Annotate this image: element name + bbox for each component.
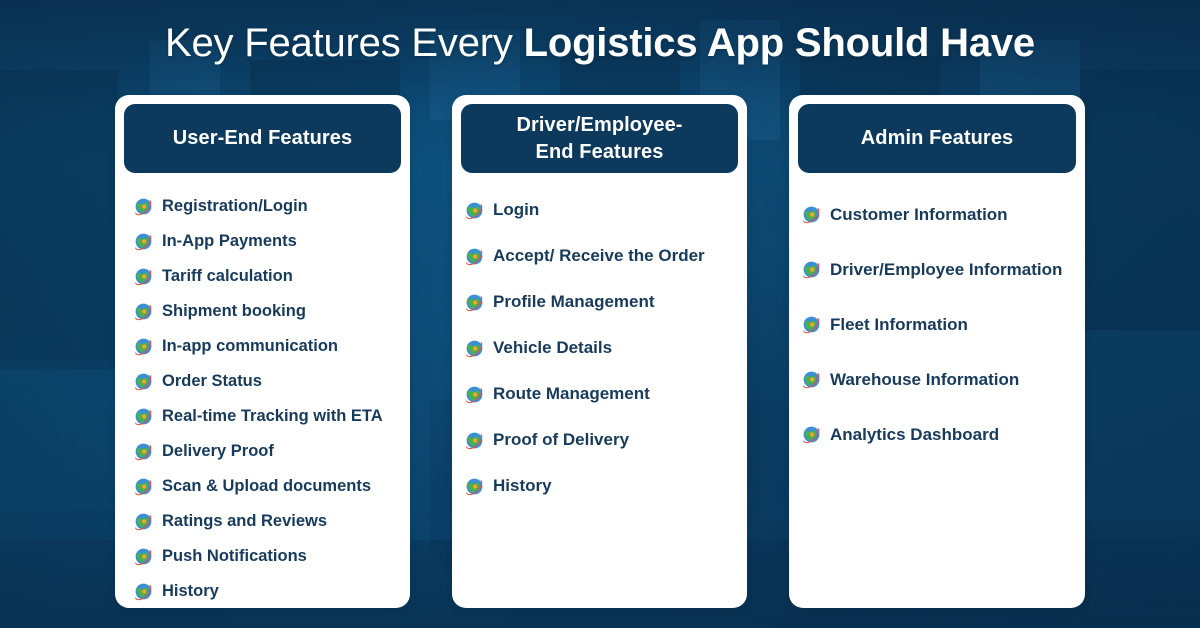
list-item[interactable]: Delivery Proof <box>133 434 410 469</box>
globe-icon <box>464 200 485 221</box>
list-item[interactable]: Customer Information <box>801 187 1085 242</box>
list-item-label: Ratings and Reviews <box>162 512 328 530</box>
feature-list-driver-employee: Login Accept/ Receive the Order Profile … <box>452 187 747 509</box>
feature-list-admin: Customer Information Driver/Employee Inf… <box>789 187 1085 462</box>
list-item-label: History <box>493 476 552 495</box>
list-item[interactable]: History <box>133 574 410 608</box>
list-item[interactable]: Order Status <box>133 364 410 399</box>
globe-icon <box>133 371 154 392</box>
list-item[interactable]: Analytics Dashboard <box>801 407 1085 462</box>
list-item-label: Profile Management <box>493 292 655 311</box>
list-item[interactable]: In-App Payments <box>133 224 410 259</box>
card-header-admin: Admin Features <box>798 104 1076 173</box>
globe-icon <box>133 441 154 462</box>
globe-icon <box>464 384 485 405</box>
globe-icon <box>464 246 485 267</box>
list-item-label: Tariff calculation <box>162 267 293 285</box>
list-item-label: Accept/ Receive the Order <box>493 246 705 265</box>
globe-icon <box>133 581 154 602</box>
list-item[interactable]: Tariff calculation <box>133 259 410 294</box>
feature-list-user-end: Registration/Login In-App Payments Tarif… <box>115 189 410 608</box>
list-item-label: Push Notifications <box>162 547 307 565</box>
globe-icon <box>801 259 822 280</box>
infographic-poster: Key Features Every Logistics App Should … <box>0 0 1200 628</box>
globe-icon <box>464 476 485 497</box>
globe-icon <box>133 546 154 567</box>
globe-icon <box>133 476 154 497</box>
list-item-label: Scan & Upload documents <box>162 477 372 495</box>
list-item-label: In-App Payments <box>162 232 297 250</box>
list-item-label: Vehicle Details <box>493 338 613 357</box>
list-item-label: Warehouse Information <box>830 369 1020 389</box>
list-item[interactable]: Push Notifications <box>133 539 410 574</box>
list-item[interactable]: Warehouse Information <box>801 352 1085 407</box>
card-header-line1: Admin Features <box>860 127 1014 149</box>
card-header-user-end-features: User-End Features <box>124 104 401 173</box>
card-admin-features: Admin Features Customer Information Driv… <box>789 95 1085 608</box>
list-item-label: In-app communication <box>162 337 339 355</box>
globe-icon <box>801 369 822 390</box>
list-item[interactable]: Driver/Employee Information <box>801 242 1085 297</box>
card-header-line2: End Features <box>535 140 664 163</box>
globe-icon <box>801 204 822 225</box>
card-driver-employee-end-features: Driver/Employee- End Features Login Acce… <box>452 95 747 608</box>
list-item[interactable]: History <box>464 463 747 509</box>
globe-icon <box>801 314 822 335</box>
globe-icon <box>133 266 154 287</box>
card-header-driver-employee: Driver/Employee- End Features <box>461 104 738 173</box>
feature-cards-row: User-End Features Registration/Login In-… <box>0 95 1200 610</box>
page-title-light: Key Features Every <box>165 21 524 65</box>
globe-icon <box>133 196 154 217</box>
list-item[interactable]: In-app communication <box>133 329 410 364</box>
list-item-label: Delivery Proof <box>162 442 274 460</box>
list-item[interactable]: Vehicle Details <box>464 325 747 371</box>
list-item[interactable]: Profile Management <box>464 279 747 325</box>
globe-icon <box>133 336 154 357</box>
list-item[interactable]: Login <box>464 187 747 233</box>
list-item-label: Shipment booking <box>162 302 306 320</box>
list-item[interactable]: Route Management <box>464 371 747 417</box>
globe-icon <box>133 406 154 427</box>
list-item[interactable]: Ratings and Reviews <box>133 504 410 539</box>
page-title-bold: Logistics App Should Have <box>523 21 1036 65</box>
list-item[interactable]: Fleet Information <box>801 297 1085 352</box>
globe-icon <box>133 231 154 252</box>
page-title: Key Features Every Logistics App Should … <box>0 14 1200 72</box>
globe-icon <box>133 511 154 532</box>
list-item[interactable]: Real-time Tracking with ETA <box>133 399 410 434</box>
list-item[interactable]: Registration/Login <box>133 189 410 224</box>
list-item-label: Registration/Login <box>162 197 308 215</box>
globe-icon <box>464 292 485 313</box>
list-item-label: Real-time Tracking with ETA <box>162 407 383 425</box>
card-header-line1: Driver/Employee- <box>516 113 683 136</box>
list-item-label: Analytics Dashboard <box>830 424 1000 444</box>
list-item-label: Route Management <box>493 384 650 403</box>
card-header-line1: User-End Features <box>172 127 353 149</box>
list-item-label: History <box>162 582 219 600</box>
globe-icon <box>464 338 485 359</box>
list-item-label: Login <box>493 200 540 219</box>
globe-icon <box>133 301 154 322</box>
list-item[interactable]: Shipment booking <box>133 294 410 329</box>
list-item[interactable]: Proof of Delivery <box>464 417 747 463</box>
globe-icon <box>464 430 485 451</box>
card-user-end-features: User-End Features Registration/Login In-… <box>115 95 410 608</box>
list-item-label: Order Status <box>162 372 262 390</box>
list-item-label: Customer Information <box>830 204 1008 224</box>
list-item[interactable]: Scan & Upload documents <box>133 469 410 504</box>
list-item-label: Fleet Information <box>830 314 968 334</box>
list-item[interactable]: Accept/ Receive the Order <box>464 233 747 279</box>
list-item-label: Proof of Delivery <box>493 430 630 449</box>
globe-icon <box>801 424 822 445</box>
list-item-label: Driver/Employee Information <box>830 259 1063 279</box>
